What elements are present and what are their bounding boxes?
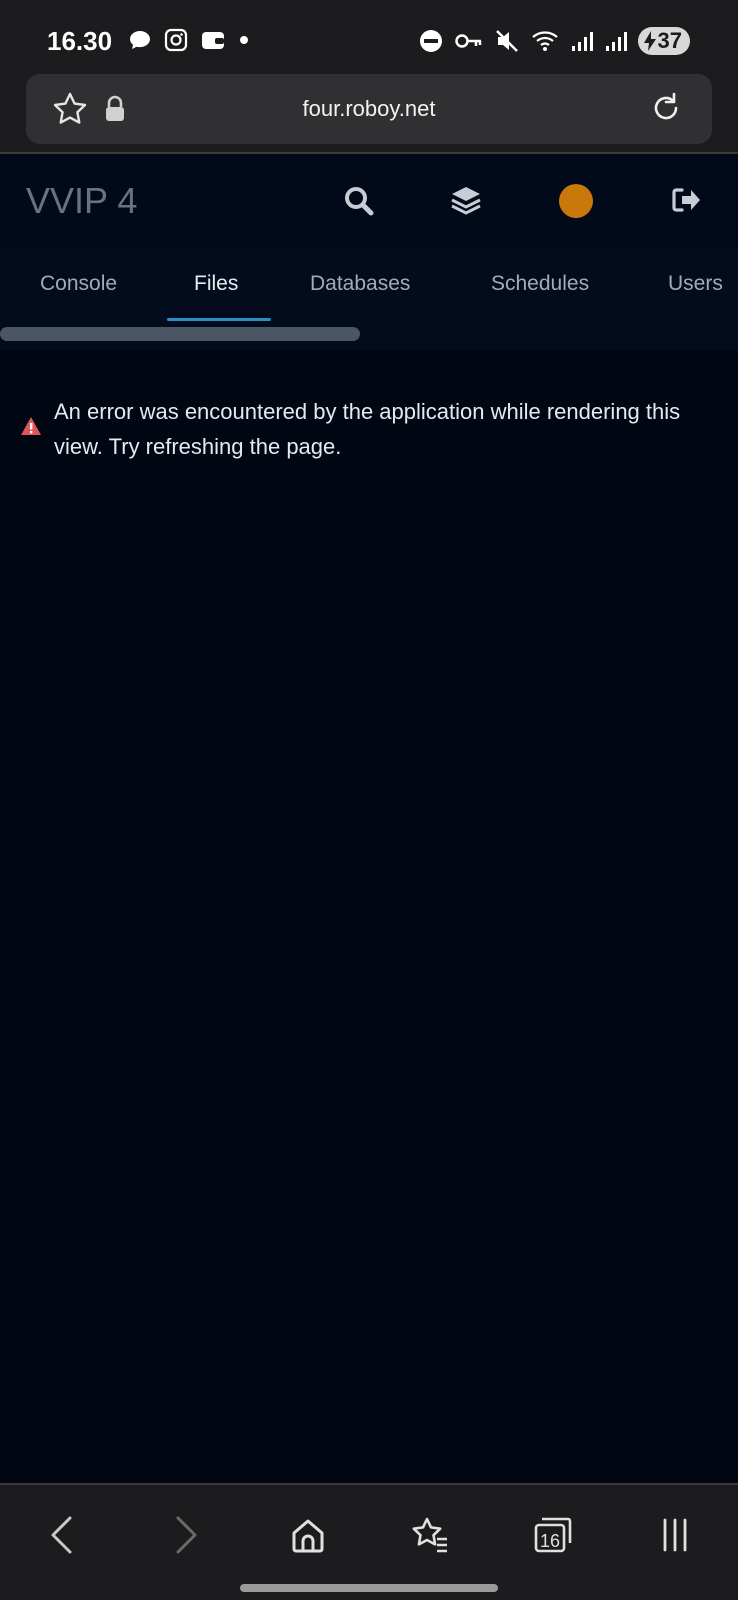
warning-triangle-icon [21, 417, 41, 435]
menu-icon[interactable] [660, 1515, 690, 1555]
signal-icon [571, 32, 593, 51]
back-icon[interactable] [48, 1515, 76, 1555]
active-tab-indicator [167, 318, 271, 321]
avatar[interactable] [559, 184, 593, 218]
dot-icon [240, 36, 248, 44]
server-title: VVIP 4 [26, 180, 138, 221]
reload-icon[interactable] [648, 90, 684, 126]
signal-icon-2 [605, 32, 627, 51]
system-icons: 37 [418, 27, 690, 55]
tab-databases[interactable]: Databases [310, 272, 410, 296]
tab-schedules[interactable]: Schedules [491, 272, 589, 296]
tab-count: 16 [539, 1531, 561, 1551]
nav-tabs: Console Files Databases Schedules Users [0, 248, 738, 350]
forward-icon[interactable] [172, 1515, 200, 1555]
status-bar: 16.30 37 [0, 0, 738, 72]
wifi-icon [531, 31, 558, 51]
wallet-icon [202, 32, 224, 49]
tab-switcher-button[interactable]: 16 [534, 1515, 574, 1555]
tab-console[interactable]: Console [40, 272, 117, 296]
tabs-scrollbar[interactable] [0, 327, 360, 341]
vpn-key-icon [454, 34, 481, 48]
chat-bubble-icon [130, 31, 150, 49]
charging-bolt-icon [643, 31, 656, 51]
bookmarks-icon[interactable] [410, 1515, 450, 1555]
home-icon[interactable] [290, 1515, 326, 1555]
error-message: An error was encountered by the applicat… [54, 399, 681, 459]
battery-indicator: 37 [637, 27, 690, 55]
tab-users[interactable]: Users [668, 272, 723, 296]
logout-icon[interactable] [670, 184, 702, 216]
notification-icons [128, 28, 250, 52]
tab-files[interactable]: Files [194, 272, 238, 296]
address-bar[interactable]: four.roboy.net [26, 74, 712, 144]
battery-level: 37 [657, 28, 682, 53]
app-header: VVIP 4 [0, 154, 738, 248]
layers-icon[interactable] [450, 184, 482, 218]
home-gesture-bar[interactable] [240, 1584, 498, 1592]
browser-toolbar: four.roboy.net [0, 72, 738, 152]
url-text[interactable]: four.roboy.net [26, 96, 712, 122]
browser-bottom-bar: 16 [0, 1483, 738, 1600]
search-icon[interactable] [342, 184, 376, 218]
mute-icon [495, 30, 518, 52]
status-time: 16.30 [47, 26, 113, 56]
instagram-icon [164, 28, 188, 52]
do-not-disturb-icon [419, 30, 442, 52]
